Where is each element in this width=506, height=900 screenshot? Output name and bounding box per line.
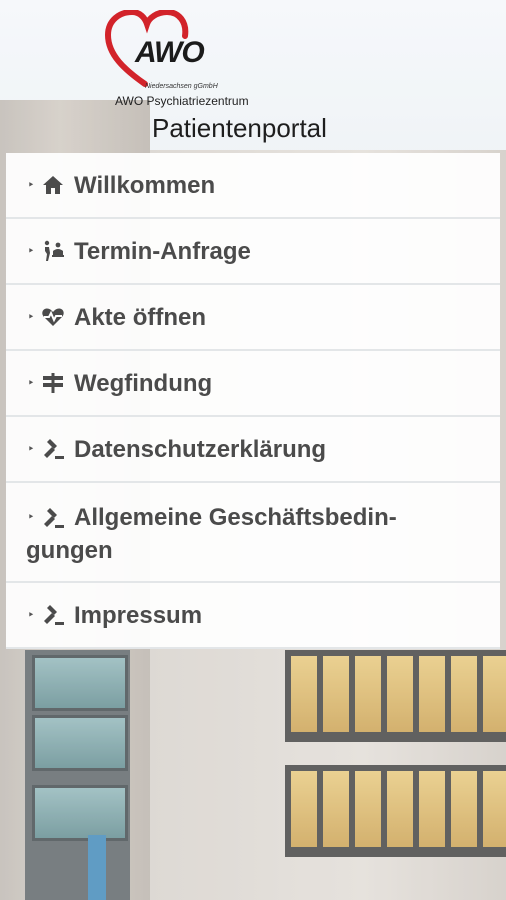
gavel-icon (40, 505, 66, 531)
page-title: Patientenportal (152, 113, 327, 143)
menu-item-label: Datenschutzerklärung (74, 435, 327, 463)
menu-item-agb[interactable]: ‣ Allgemeine Geschäftsbedin- gungen (6, 483, 500, 583)
home-icon (40, 172, 66, 198)
menu-item-termin-anfrage[interactable]: ‣ Termin-Anfrage (6, 219, 500, 285)
bullet-icon: ‣ (28, 245, 34, 257)
heartbeat-icon (40, 304, 66, 330)
logo-organization: AWO Psychiatriezentrum (115, 94, 249, 108)
bullet-icon: ‣ (28, 512, 34, 523)
menu-item-label: Termin-Anfrage (74, 237, 251, 265)
menu-item-label: Allgemeine Geschäftsbedin- (74, 504, 397, 531)
appointment-icon (40, 238, 66, 264)
logo-brand-text: AWO (135, 36, 205, 69)
bullet-icon: ‣ (28, 311, 34, 323)
bullet-icon: ‣ (28, 609, 34, 621)
menu-item-impressum[interactable]: ‣ Impressum (6, 583, 500, 649)
signpost-icon (40, 370, 66, 396)
logo-subtitle: Niedersachsen gGmbH (145, 83, 218, 90)
menu-item-willkommen[interactable]: ‣ Willkommen (6, 153, 500, 219)
menu-item-label: Willkommen (74, 171, 216, 199)
main-menu: ‣ Willkommen ‣ Termin-Anfrage ‣ Akte öff… (6, 153, 500, 649)
menu-item-label: Wegfindung (74, 369, 213, 397)
gavel-icon (40, 436, 66, 462)
gavel-icon (40, 602, 66, 628)
bullet-icon: ‣ (28, 179, 34, 191)
app-header: AWO Niedersachsen gGmbH AWO Psychiatriez… (0, 0, 506, 150)
bullet-icon: ‣ (28, 443, 34, 455)
bullet-icon: ‣ (28, 377, 34, 389)
menu-item-label: Akte öffnen (74, 303, 206, 331)
menu-item-label-continued: gungen (26, 537, 113, 564)
menu-item-wegfindung[interactable]: ‣ Wegfindung (6, 351, 500, 417)
menu-item-datenschutzerklaerung[interactable]: ‣ Datenschutzerklärung (6, 417, 500, 483)
menu-item-label: Impressum (74, 601, 203, 629)
awo-logo: AWO Niedersachsen gGmbH AWO Psychiatriez… (105, 10, 285, 110)
menu-item-akte-oeffnen[interactable]: ‣ Akte öffnen (6, 285, 500, 351)
